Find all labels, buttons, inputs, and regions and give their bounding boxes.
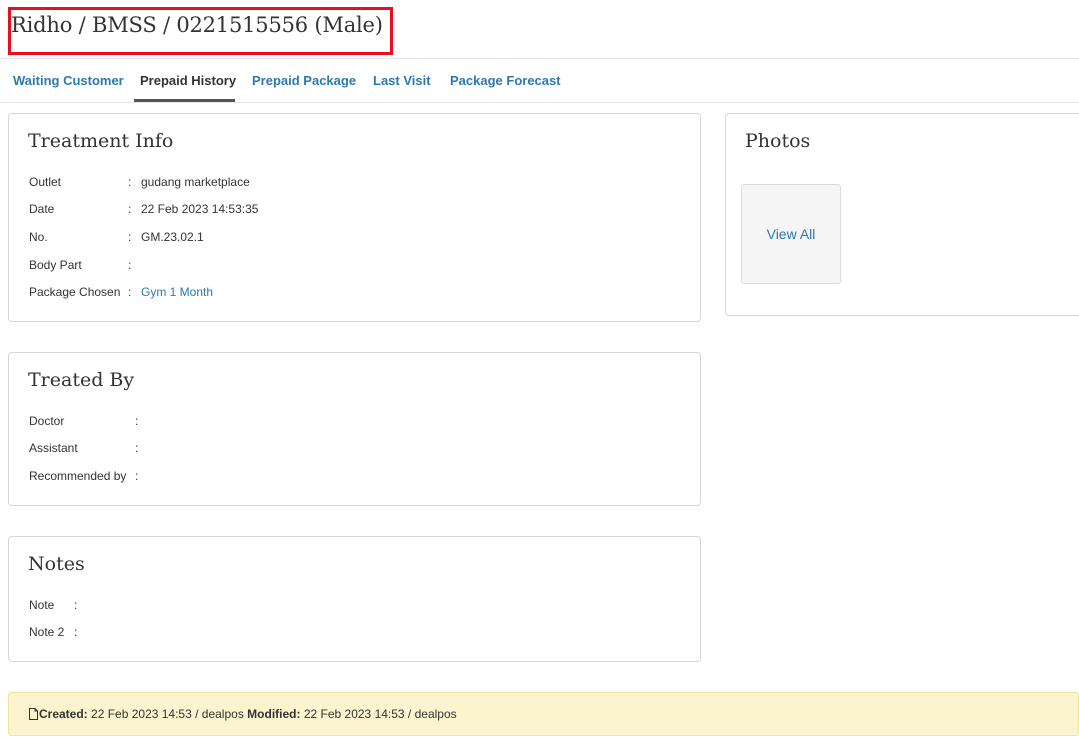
tab-last-visit[interactable]: Last Visit <box>367 59 437 102</box>
outlet-value: gudang marketplace <box>141 175 250 189</box>
assistant-label: Assistant <box>29 441 78 455</box>
modified-value: 22 Feb 2023 14:53 / dealpos <box>303 707 457 721</box>
colon: : <box>135 441 139 455</box>
photos-panel: Photos View All <box>725 113 1079 316</box>
package-chosen-label: Package Chosen <box>29 285 121 299</box>
colon: : <box>128 258 132 272</box>
page-header: Ridho / BMSS / 0221515556 (Male) <box>0 0 1079 59</box>
colon: : <box>128 230 132 244</box>
tab-prepaid-history[interactable]: Prepaid History <box>134 59 236 102</box>
date-label: Date <box>29 202 55 216</box>
treated-by-panel: Treated By Doctor : Assistant : Recommen… <box>8 352 701 506</box>
colon: : <box>135 414 139 428</box>
package-chosen-link[interactable]: Gym 1 Month <box>141 285 213 299</box>
view-all-button[interactable]: View All <box>741 184 841 284</box>
created-label: Created: <box>39 707 88 721</box>
note-label: Note <box>29 598 55 612</box>
photos-heading: Photos <box>745 130 811 152</box>
tab-bar: Waiting Customer Prepaid History Prepaid… <box>0 59 1079 103</box>
created-value: 22 Feb 2023 14:53 / dealpos <box>91 707 244 721</box>
colon: : <box>135 469 139 483</box>
document-icon <box>29 695 38 737</box>
tab-prepaid-package[interactable]: Prepaid Package <box>246 59 362 102</box>
colon: : <box>74 598 78 612</box>
modified-label: Modified: <box>247 707 301 721</box>
tab-package-forecast[interactable]: Package Forecast <box>444 59 567 102</box>
treated-by-heading: Treated By <box>28 369 135 391</box>
notes-panel: Notes Note : Note 2 : <box>8 536 701 662</box>
colon: : <box>128 202 132 216</box>
outlet-label: Outlet <box>29 175 62 189</box>
date-value: 22 Feb 2023 14:53:35 <box>141 202 259 216</box>
audit-footer: Created: 22 Feb 2023 14:53 / dealpos Mod… <box>8 692 1079 736</box>
treatment-info-heading: Treatment Info <box>28 130 174 152</box>
note2-label: Note 2 <box>29 625 65 639</box>
doctor-label: Doctor <box>29 414 65 428</box>
recommended-by-label: Recommended by <box>29 469 127 483</box>
number-value: GM.23.02.1 <box>141 230 204 244</box>
colon: : <box>128 175 132 189</box>
notes-heading: Notes <box>28 553 85 575</box>
highlight-box <box>8 7 393 55</box>
treatment-info-panel: Treatment Info Outlet : gudang marketpla… <box>8 113 701 322</box>
tab-waiting-customer[interactable]: Waiting Customer <box>7 59 130 102</box>
number-label: No. <box>29 230 48 244</box>
colon: : <box>74 625 78 639</box>
body-part-label: Body Part <box>29 258 82 272</box>
colon: : <box>128 285 132 299</box>
